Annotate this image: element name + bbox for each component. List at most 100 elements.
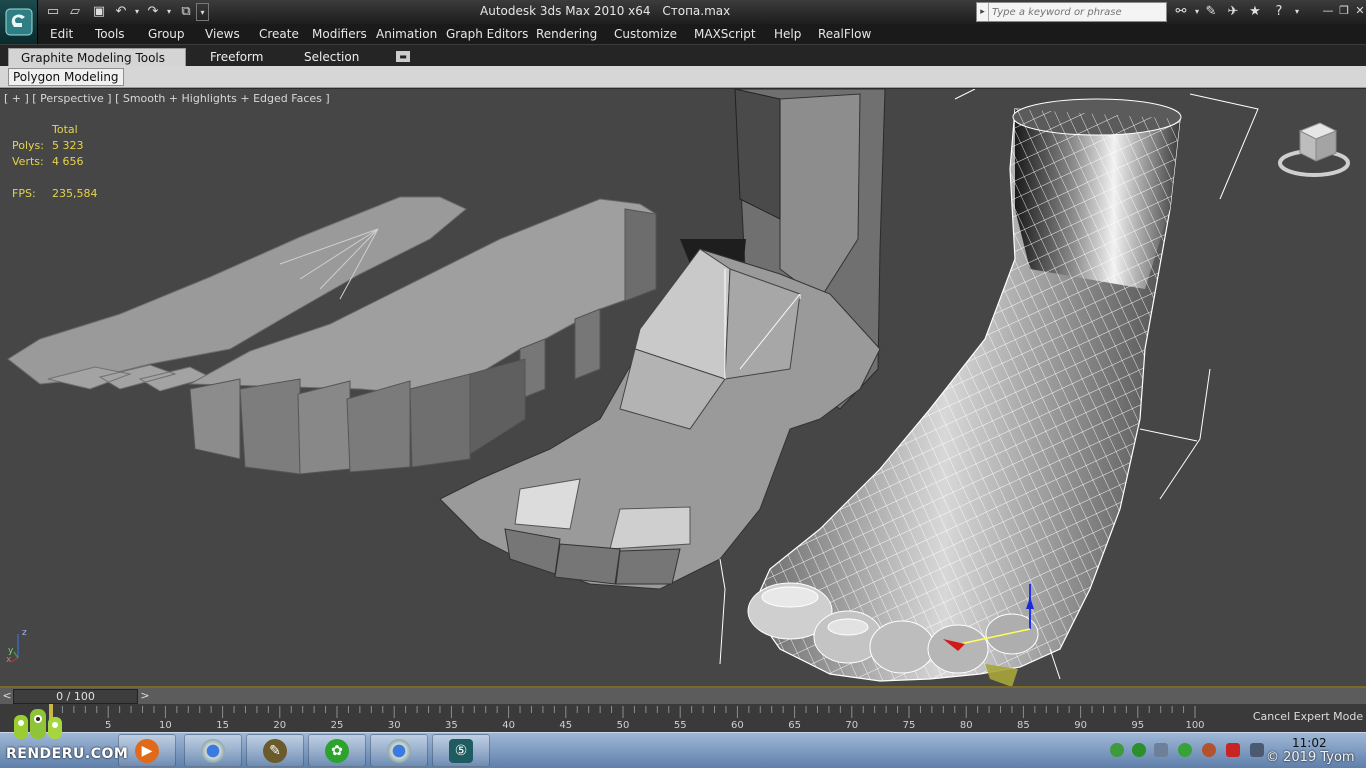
save-icon[interactable]: ▣ [90, 3, 108, 21]
world-axis-icon: z x y [6, 628, 27, 665]
pencil-editor-icon: ✎ [263, 738, 287, 763]
time-slider-thumb[interactable]: 0 / 100 [13, 689, 138, 704]
tab-graphite-modeling-tools[interactable]: Graphite Modeling Tools [8, 48, 186, 67]
menu-create[interactable]: Create [259, 27, 299, 41]
renderu-watermark-logo [14, 709, 62, 739]
menu-animation[interactable]: Animation [376, 27, 437, 41]
timeline-tick-label: 95 [1131, 720, 1144, 731]
icq-icon: ✿ [325, 738, 349, 763]
close-icon[interactable]: ✕ [1352, 2, 1366, 20]
menu-modifiers[interactable]: Modifiers [312, 27, 367, 41]
track-bar[interactable]: 5 10 15 20 25 30 35 40 45 50 55 60 65 70 75 80 85 90 95 100 [0, 704, 1250, 732]
windows-taskbar: ▶ ✎ ✿ ⑤ 11:02 [0, 732, 1366, 768]
timeline-tick-label: 10 [159, 720, 172, 731]
taskbar-3dsmax[interactable]: ⑤ [432, 734, 490, 767]
taskbar-chrome-2[interactable] [370, 734, 428, 767]
favorites-star-icon[interactable]: ★ [1246, 3, 1264, 21]
menu-edit[interactable]: Edit [50, 27, 73, 41]
verts-label: Verts: [12, 155, 44, 168]
tab-selection[interactable]: Selection [292, 48, 371, 67]
timeline-tick-label: 100 [1185, 720, 1204, 731]
cancel-expert-mode-button[interactable]: Cancel Expert Mode [1250, 704, 1366, 732]
polygon-modeling-panel[interactable]: Polygon Modeling [8, 68, 124, 86]
ribbon-panel: Polygon Modeling [0, 66, 1366, 88]
next-frame-button[interactable]: > [139, 689, 151, 704]
search-expand-icon[interactable]: ▸ [977, 3, 989, 21]
taskbar-chrome[interactable] [184, 734, 242, 767]
flat-foot-mesh [7, 196, 657, 475]
timeline-ruler: 5 10 15 20 25 30 35 40 45 50 55 60 65 70 75 80 85 90 95 100 [49, 704, 1205, 731]
media-player-icon: ▶ [135, 738, 159, 763]
timeline-tick-label: 5 [105, 720, 111, 731]
communication-center-icon[interactable]: ✈ [1224, 3, 1242, 21]
taskbar-clock[interactable]: 11:02 [1292, 736, 1327, 750]
previous-frame-button[interactable]: < [1, 689, 13, 704]
search-input[interactable] [989, 4, 1159, 20]
language-icon[interactable] [1250, 743, 1264, 757]
menu-realflow[interactable]: RealFlow [818, 27, 871, 41]
timeline-tick-label: 85 [1017, 720, 1030, 731]
menu-customize[interactable]: Customize [614, 27, 677, 41]
timeline-tick-label: 75 [903, 720, 916, 731]
timeline-tick-label: 50 [617, 720, 630, 731]
window-title: Autodesk 3ds Max 2010 x64 Стопа.max [480, 4, 738, 18]
antivirus-icon[interactable] [1226, 743, 1240, 757]
copyright-text: © 2019 Tyom [1266, 750, 1355, 765]
tab-freeform[interactable]: Freeform [198, 48, 275, 67]
stats-header: Total [52, 123, 78, 136]
viewcube-icon[interactable] [1278, 119, 1350, 181]
file-title: Стопа.max [662, 4, 731, 18]
timeline-tick-label: 65 [788, 720, 801, 731]
menu-rendering[interactable]: Rendering [536, 27, 597, 41]
menu-help[interactable]: Help [774, 27, 801, 41]
minimize-icon[interactable]: — [1320, 2, 1336, 20]
timeline-tick-label: 45 [559, 720, 572, 731]
renderu-brand-text: RENDERU.COM [6, 746, 129, 762]
axis-y-label: y [8, 646, 14, 656]
timeline-tick-label: 55 [674, 720, 687, 731]
project-folder-icon[interactable]: ⧉ [177, 3, 195, 21]
help-dropdown-icon[interactable]: ▾ [1288, 3, 1306, 21]
menu-views[interactable]: Views [205, 27, 240, 41]
volume-icon[interactable] [1154, 743, 1168, 757]
open-folder-icon[interactable]: ▱ [66, 3, 84, 21]
new-file-icon[interactable]: ▭ [44, 3, 62, 21]
fps-value: 235,584 [52, 187, 98, 200]
timeline-tick-label: 90 [1074, 720, 1087, 731]
statistics-overlay: Total Polys: 5 323 Verts: 4 656 FPS: 235,58… [12, 122, 98, 202]
timeline-tick-label: 40 [502, 720, 515, 731]
app-tray-icon[interactable] [1202, 743, 1216, 757]
perspective-viewport[interactable]: [ + ] [ Perspective ] [ Smooth + Highlig… [0, 89, 1366, 686]
update-icon[interactable] [1132, 743, 1146, 757]
app-title: Autodesk 3ds Max 2010 x64 [480, 4, 651, 18]
application-button[interactable] [0, 0, 38, 44]
chrome-browser-icon [201, 738, 225, 763]
redo-dropdown-icon[interactable]: ▾ [160, 3, 178, 21]
infocenter-search: ▸ [976, 2, 1167, 22]
taskbar-icq[interactable]: ✿ [308, 734, 366, 767]
polys-value: 5 323 [52, 139, 84, 152]
time-slider: < 0 / 100 > [0, 686, 1366, 704]
taskbar-pencil-editor[interactable]: ✎ [246, 734, 304, 767]
help-icon[interactable]: ? [1270, 3, 1288, 21]
timeline-tick-label: 35 [445, 720, 458, 731]
menu-group[interactable]: Group [148, 27, 185, 41]
ribbon-options-dropdown-icon[interactable]: ▬ [396, 51, 410, 62]
key-tools-icon[interactable]: ✎ [1202, 3, 1220, 21]
restore-icon[interactable]: ❐ [1336, 2, 1352, 20]
menu-tools[interactable]: Tools [95, 27, 125, 41]
timeline-tick-label: 60 [731, 720, 744, 731]
axis-z-label: z [22, 628, 27, 638]
polys-label: Polys: [12, 139, 44, 152]
menu-maxscript[interactable]: MAXScript [694, 27, 756, 41]
3dsmax-window: ▭ ▱ ▣ ↶ ▾ ↷ ▾ ⧉ ▾ Autodesk 3ds Max 2010 … [0, 0, 1366, 768]
ribbon-tabs: Graphite Modeling Tools Freeform Selecti… [0, 44, 1366, 67]
icq-tray-icon[interactable] [1178, 743, 1192, 757]
quick-access-dropdown-icon[interactable]: ▾ [196, 3, 209, 21]
viewport-label[interactable]: [ + ] [ Perspective ] [ Smooth + Highlig… [4, 92, 330, 105]
3dsmax-logo-icon [5, 8, 33, 36]
verts-value: 4 656 [52, 155, 84, 168]
menu-graph-editors[interactable]: Graph Editors [446, 27, 528, 41]
3dsmax-icon: ⑤ [449, 738, 473, 763]
network-green-icon[interactable] [1110, 743, 1124, 757]
